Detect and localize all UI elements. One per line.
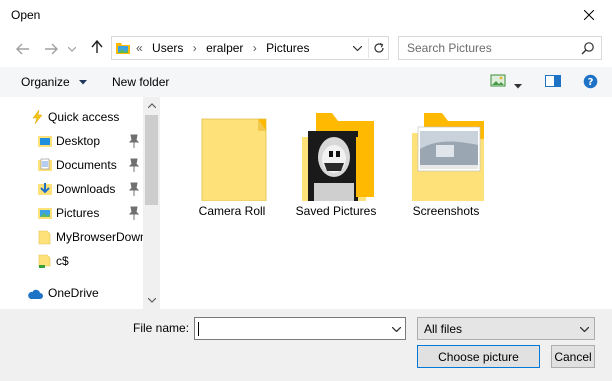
chevron-up-icon [147, 103, 156, 108]
search-box[interactable]: Search Pictures [398, 36, 602, 60]
address-dropdown-button[interactable] [349, 39, 365, 57]
screenshot-folder-icon [412, 113, 484, 201]
lightning-star-icon [32, 109, 43, 125]
photo-folder-icon [302, 113, 374, 201]
folder-icon [38, 230, 51, 245]
picture-view-icon [490, 74, 506, 87]
chevron-down-icon [579, 326, 589, 332]
file-type-dropdown-arrow [578, 322, 590, 336]
title-bar: Open [0, 0, 612, 30]
scroll-thumb[interactable] [145, 115, 158, 205]
cancel-button[interactable]: Cancel [551, 345, 595, 368]
svg-text:?: ? [588, 77, 594, 88]
pin-icon[interactable] [128, 134, 140, 148]
file-name-label: File name: [133, 321, 190, 335]
folder-name: Saved Pictures [295, 204, 377, 218]
sidebar-item-desktop[interactable]: Desktop [0, 130, 143, 152]
file-list: Camera Roll Saved Pictures Screenshots [160, 97, 612, 309]
file-type-value: All files [424, 322, 463, 336]
help-button[interactable]: ? [583, 74, 598, 92]
command-bar: Organize New folder ? [0, 67, 612, 97]
pin-icon[interactable] [128, 182, 140, 196]
address-bar[interactable]: « Users › eralper › Pictures [111, 36, 389, 60]
refresh-icon [373, 42, 384, 53]
folder-tile-saved-pictures[interactable]: Saved Pictures [286, 107, 386, 227]
sidebar-item-label: OneDrive [48, 286, 99, 300]
breadcrumb-overflow[interactable]: « [136, 41, 143, 55]
sidebar-item-mybrowserdown[interactable]: MyBrowserDown [0, 226, 143, 248]
sidebar-item-label: Pictures [56, 206, 100, 220]
folder-tile-camera-roll[interactable]: Camera Roll [182, 107, 282, 227]
close-icon [584, 10, 594, 20]
downloads-folder-icon [38, 183, 52, 195]
chevron-down-icon [352, 45, 362, 51]
breadcrumb-separator-icon: › [192, 41, 197, 55]
search-input[interactable]: Search Pictures [407, 41, 492, 55]
organize-label: Organize [21, 75, 70, 89]
text-caret [198, 322, 199, 336]
chevron-down-icon [514, 84, 522, 89]
new-folder-button[interactable]: New folder [112, 75, 169, 89]
sidebar-item-label: Downloads [56, 182, 116, 196]
choose-picture-button[interactable]: Choose picture [417, 345, 540, 368]
folder-name: Screenshots [412, 204, 480, 218]
back-button[interactable] [14, 40, 32, 58]
sidebar-item-label: Documents [56, 158, 117, 172]
breadcrumb-item-pictures[interactable]: Pictures [266, 41, 309, 55]
forward-button[interactable] [42, 40, 60, 58]
sidebar-item-pictures[interactable]: Pictures [0, 202, 143, 224]
recent-locations-button[interactable] [66, 40, 78, 58]
pictures-folder-icon [116, 43, 130, 54]
sidebar-item-label: MyBrowserDown [56, 230, 143, 244]
chevron-down-icon [391, 326, 401, 332]
breadcrumb-separator-icon: › [252, 41, 257, 55]
sidebar-item-quick-access[interactable]: Quick access [0, 106, 143, 128]
arrow-right-icon [45, 43, 58, 55]
navigation-scrollbar[interactable] [143, 97, 160, 309]
view-dropdown-button[interactable] [514, 78, 522, 92]
scroll-up-button[interactable] [143, 97, 160, 114]
sidebar-item-documents[interactable]: Documents [0, 154, 143, 176]
network-share-icon [38, 254, 51, 268]
documents-folder-icon [38, 158, 52, 171]
refresh-button[interactable] [368, 38, 388, 58]
window-title: Open [11, 8, 41, 22]
scroll-down-button[interactable] [143, 292, 160, 309]
breadcrumb: « Users › eralper › Pictures [136, 41, 315, 55]
organize-button[interactable]: Organize [21, 75, 88, 89]
pin-icon[interactable] [128, 206, 140, 220]
sidebar-item-downloads[interactable]: Downloads [0, 178, 143, 200]
file-name-dropdown-button[interactable] [389, 321, 403, 337]
pictures-folder-icon [38, 208, 52, 219]
view-options-button[interactable] [490, 74, 506, 91]
up-button[interactable] [88, 38, 106, 56]
cloud-icon [28, 289, 43, 299]
sidebar-item-c-share[interactable]: c$ [0, 250, 143, 272]
sidebar-item-onedrive[interactable]: OneDrive [0, 282, 143, 304]
navigation-pane: Quick access Desktop Documents Downloads… [0, 97, 160, 309]
empty-folder-icon [201, 118, 267, 201]
search-icon [581, 42, 594, 55]
dialog-footer: File name: All files Choose picture Canc… [0, 309, 612, 381]
breadcrumb-item-users[interactable]: Users [152, 41, 183, 55]
chevron-down-icon [147, 298, 156, 303]
folder-tile-screenshots[interactable]: Screenshots [396, 107, 496, 227]
pin-icon[interactable] [128, 158, 140, 172]
close-button[interactable] [566, 0, 612, 30]
preview-pane-icon [545, 75, 561, 87]
chevron-down-icon [79, 80, 88, 85]
desktop-folder-icon [38, 136, 52, 147]
help-icon: ? [583, 74, 598, 89]
sidebar-item-label: Quick access [48, 110, 120, 124]
breadcrumb-item-eralper[interactable]: eralper [206, 41, 243, 55]
chevron-down-icon [68, 46, 76, 52]
sidebar-item-label: Desktop [56, 134, 101, 148]
file-type-select[interactable]: All files [417, 317, 595, 340]
file-name-field[interactable] [194, 317, 406, 340]
sidebar-item-label: c$ [56, 254, 69, 268]
arrow-left-icon [16, 43, 29, 55]
arrow-up-icon [91, 40, 103, 53]
folder-name: Camera Roll [198, 204, 266, 218]
preview-pane-button[interactable] [545, 74, 561, 91]
